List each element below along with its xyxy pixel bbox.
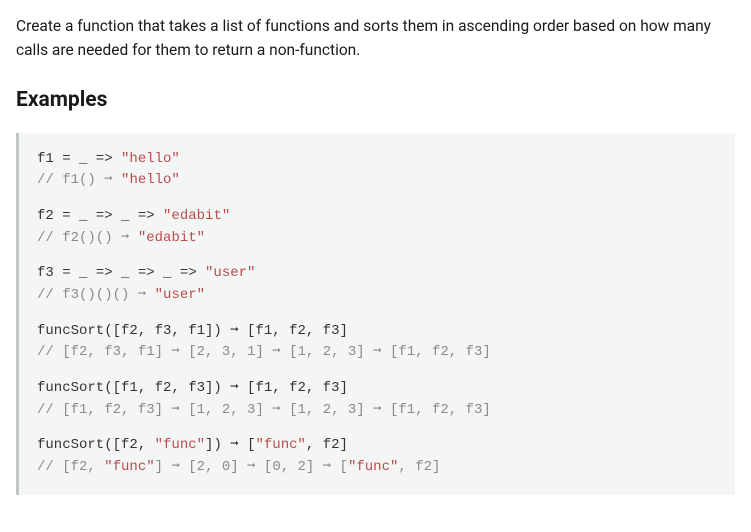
code-comment: // f1() ➞ xyxy=(37,172,121,188)
string-literal: "user" xyxy=(155,287,205,303)
examples-heading: Examples xyxy=(16,84,735,117)
code-text: funcSort([f2, f3, f1]) ➞ [f1, f2, f3] xyxy=(37,321,717,343)
code-comment: // [f1, f2, f3] ➞ [1, 2, 3] ➞ [1, 2, 3] … xyxy=(37,400,717,422)
example-group-3: f3 = _ => _ => _ => "user"// f3()()() ➞ … xyxy=(37,263,717,306)
code-text: funcSort([f2, xyxy=(37,437,155,453)
example-group-2: f2 = _ => _ => "edabit"// f2()() ➞ "edab… xyxy=(37,206,717,249)
code-comment: // f3()()() ➞ xyxy=(37,287,155,303)
problem-description: Create a function that takes a list of f… xyxy=(16,14,735,62)
example-group-1: f1 = _ => "hello"// f1() ➞ "hello" xyxy=(37,149,717,192)
code-text: funcSort([f1, f2, f3]) ➞ [f1, f2, f3] xyxy=(37,378,717,400)
code-comment: // [f2, xyxy=(37,459,104,475)
string-literal: "user" xyxy=(205,265,255,281)
code-text: , f2] xyxy=(306,437,348,453)
code-examples: f1 = _ => "hello"// f1() ➞ "hello" f2 = _… xyxy=(16,133,735,495)
string-literal: "hello" xyxy=(121,151,180,167)
code-comment: // f2()() ➞ xyxy=(37,230,138,246)
code-comment: , f2] xyxy=(398,459,440,475)
code-text: f2 = _ => _ => xyxy=(37,208,163,224)
example-group-5: funcSort([f1, f2, f3]) ➞ [f1, f2, f3]// … xyxy=(37,378,717,421)
string-literal: "func" xyxy=(155,437,205,453)
code-comment: ] ➞ [2, 0] ➞ [0, 2] ➞ [ xyxy=(155,459,348,475)
code-text: ]) ➞ [ xyxy=(205,437,255,453)
string-literal: "func" xyxy=(104,459,154,475)
code-text: f3 = _ => _ => _ => xyxy=(37,265,205,281)
code-comment: // [f2, f3, f1] ➞ [2, 3, 1] ➞ [1, 2, 3] … xyxy=(37,342,717,364)
string-literal: "edabit" xyxy=(163,208,230,224)
string-literal: "func" xyxy=(255,437,305,453)
string-literal: "hello" xyxy=(121,172,180,188)
string-literal: "edabit" xyxy=(138,230,205,246)
code-text: f1 = _ => xyxy=(37,151,121,167)
string-literal: "func" xyxy=(348,459,398,475)
example-group-4: funcSort([f2, f3, f1]) ➞ [f1, f2, f3]// … xyxy=(37,321,717,364)
example-group-6: funcSort([f2, "func"]) ➞ ["func", f2]// … xyxy=(37,435,717,478)
